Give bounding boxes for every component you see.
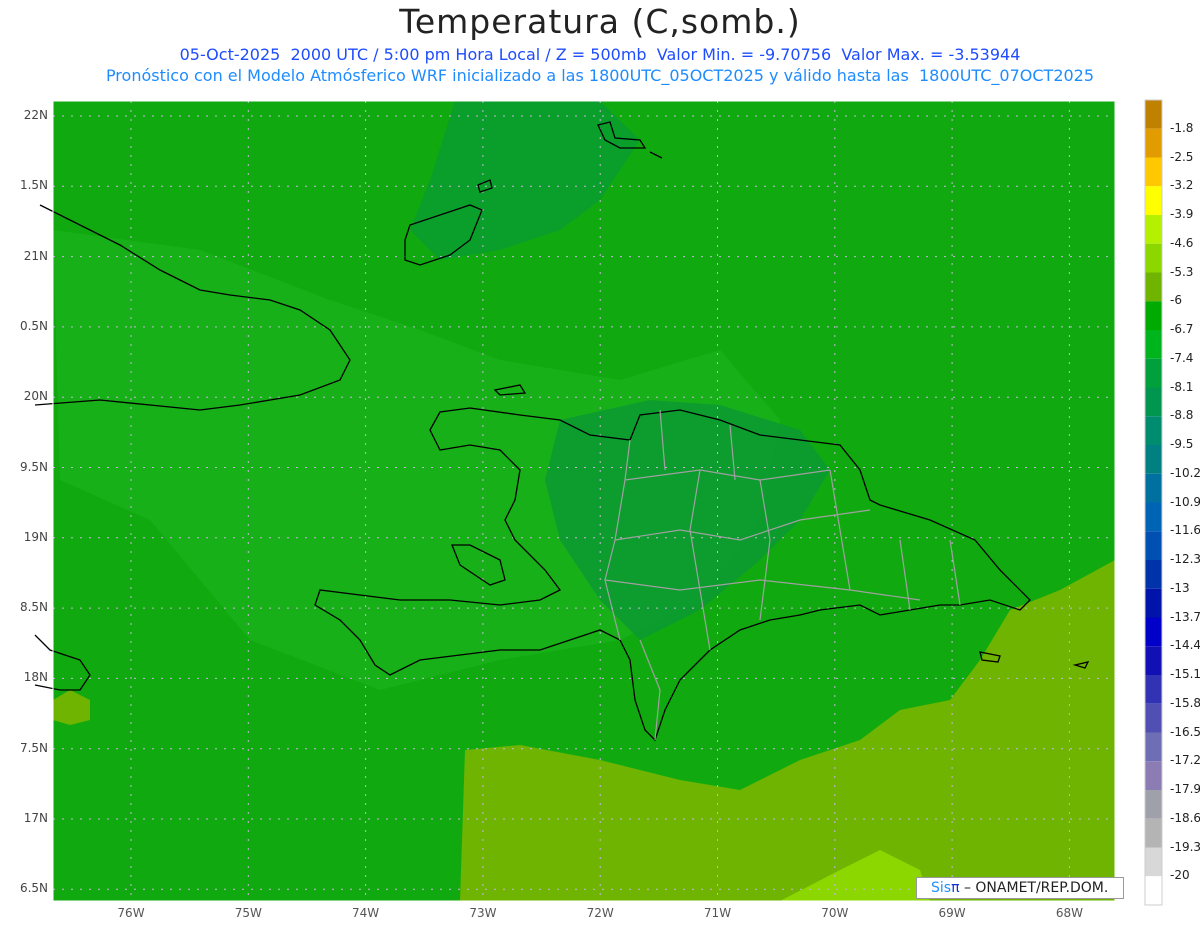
lon-tick-label: 72W [586, 906, 614, 920]
colorbar-bin [1145, 588, 1162, 618]
colorbar-bin [1145, 272, 1162, 302]
temperature-map [34, 99, 1163, 906]
colorbar-bin [1145, 761, 1162, 790]
colorbar-label: -9.5 [1170, 437, 1194, 451]
lat-tick-label: 22N [23, 108, 48, 122]
colorbar-bin [1145, 416, 1162, 445]
lat-tick-label: 20N [23, 389, 48, 404]
colorbar-bin [1145, 703, 1162, 733]
lat-tick-label: 6.5N [19, 881, 48, 896]
colorbar-bin [1145, 473, 1162, 503]
lon-tick-label: 75W [234, 906, 262, 920]
colorbar-bin [1145, 358, 1162, 388]
colorbar-bin [1145, 128, 1162, 158]
colorbar-label: -4.6 [1170, 235, 1194, 250]
colorbar-bin [1145, 531, 1162, 560]
colorbar-label: -8.1 [1170, 379, 1194, 394]
colorbar-bin [1145, 157, 1162, 187]
colorbar-bin [1145, 646, 1162, 675]
colorbar-bin [1145, 818, 1162, 848]
colorbar-bin [1145, 243, 1162, 273]
colorbar-label: -20 [1170, 868, 1190, 883]
lon-tick-label: 76W [117, 906, 145, 920]
lat-tick-label: 18N [23, 670, 48, 685]
credit-logo: Sisπ – ONAMET/REP.DOM. [916, 877, 1124, 899]
colorbar-label: -6.7 [1170, 322, 1194, 336]
lat-tick-label: 21N [23, 248, 48, 263]
colorbar-label: -15.1 [1170, 667, 1200, 681]
subtitle-valid-time: 05-Oct-2025 2000 UTC / 5:00 pm Hora Loca… [179, 45, 1021, 64]
colorbar-label: -18.6 [1170, 810, 1200, 825]
colorbar-bin [1145, 387, 1162, 417]
lon-tick-label: 71W [703, 906, 732, 920]
colorbar-bin [1145, 790, 1162, 819]
colorbar-label: -11.6 [1170, 523, 1200, 538]
colorbar-bin [1145, 215, 1162, 244]
colorbar-bin [1145, 732, 1162, 762]
colorbar-label: -10.9 [1170, 494, 1200, 509]
colorbar-label: -14.4 [1170, 638, 1200, 653]
colorbar-label: -19.3 [1170, 839, 1200, 854]
colorbar-label: -5.3 [1170, 264, 1194, 279]
map-title: Temperatura (C,somb.) [399, 2, 801, 41]
lat-tick-label: 0.5N [19, 318, 48, 333]
colorbar-label: -17.9 [1170, 782, 1200, 796]
colorbar-bin [1145, 301, 1162, 330]
lat-tick-label: 17N [23, 811, 48, 825]
sis-logo-text: Sis [931, 880, 952, 896]
lon-tick-label: 74W [352, 906, 380, 920]
colorbar-label: -6 [1170, 293, 1182, 308]
colorbar-label: -15.8 [1170, 695, 1200, 710]
pi-logo-glyph: π [951, 880, 960, 896]
credit-text: – ONAMET/REP.DOM. [959, 880, 1109, 896]
colorbar-label: -13 [1170, 580, 1190, 595]
colorbar [1144, 99, 1163, 906]
colorbar-bin [1145, 186, 1162, 215]
lon-tick-label: 70W [821, 906, 849, 920]
colorbar-label: -17.2 [1170, 753, 1200, 768]
lon-tick-label: 68W [1055, 906, 1083, 920]
lon-tick-label: 73W [469, 906, 497, 920]
colorbar-label: -12.3 [1170, 552, 1200, 566]
colorbar-label: -16.5 [1170, 724, 1200, 739]
lat-tick-label: 7.5N [19, 740, 48, 755]
colorbar-label: -2.5 [1170, 149, 1194, 164]
colorbar-bin [1145, 675, 1162, 704]
colorbar-bin [1145, 330, 1162, 359]
colorbar-label: -13.7 [1170, 609, 1200, 624]
colorbar-label: -10.2 [1170, 465, 1200, 480]
colorbar-bin [1145, 445, 1162, 474]
subtitle-model-info: Pronóstico con el Modelo Atmósferico WRF… [105, 66, 1095, 85]
colorbar-label: -7.4 [1170, 350, 1194, 365]
colorbar-label: -1.8 [1170, 120, 1194, 135]
colorbar-bin [1145, 847, 1162, 877]
colorbar-label: -8.8 [1170, 408, 1194, 423]
colorbar-bin [1145, 560, 1162, 589]
lat-tick-label: 8.5N [19, 600, 48, 615]
lat-tick-label: 9.5N [19, 459, 48, 474]
colorbar-label: -3.9 [1170, 207, 1194, 221]
colorbar-bin [1145, 617, 1162, 647]
lat-tick-label: 1.5N [19, 178, 48, 193]
colorbar-bin [1145, 100, 1162, 129]
lat-tick-label: 19N [23, 529, 48, 544]
colorbar-label: -3.2 [1170, 178, 1194, 193]
colorbar-bin [1145, 876, 1162, 905]
lon-tick-label: 69W [938, 906, 966, 920]
colorbar-bin [1145, 502, 1162, 532]
